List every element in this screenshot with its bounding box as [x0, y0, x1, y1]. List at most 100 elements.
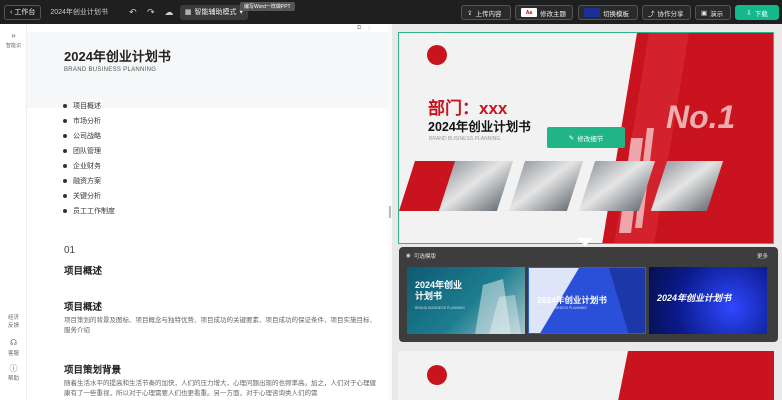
toc-label: 市场分析 — [73, 117, 101, 125]
help-label[interactable]: 帮助 — [3, 374, 24, 382]
toc-label: 项目概述 — [73, 102, 101, 110]
bullet-icon — [63, 208, 67, 213]
theme-thumbnail-icon: Aa — [521, 8, 537, 17]
upload-icon: ⇪ — [467, 9, 473, 17]
more-templates-link[interactable]: 更多 — [757, 252, 768, 260]
bullet-icon — [63, 133, 67, 138]
cloud-save-icon[interactable]: ☁ — [162, 5, 176, 19]
bullet-icon — [63, 178, 67, 183]
slide-badge: No.1 — [666, 99, 736, 135]
template-thumbnail-icon — [584, 8, 600, 17]
collapse-label[interactable]: 智能识 — [3, 42, 24, 49]
resize-handle-icon[interactable] — [389, 206, 391, 218]
switch-label: 切换模板 — [603, 10, 629, 18]
list-item[interactable]: 融资方案 — [63, 173, 115, 188]
toc-label: 员工工作制度 — [73, 207, 115, 215]
slide-subtitle: BRAND BUSINESS PLANNING — [429, 136, 501, 142]
edit-label: 修改细节 — [577, 135, 604, 143]
list-item[interactable]: 项目概述 — [63, 98, 115, 113]
bullet-icon — [63, 103, 67, 108]
upload-content-button[interactable]: ⇪ 上传内容 — [461, 5, 511, 20]
template-card-teal[interactable]: 2024年创业 计划书 BRAND BUSINESS PLANNING — [407, 267, 525, 334]
top-toolbar: ‹ 工作台 2024年创业计划书 ↶ ↷ ☁ ▦ 智能辅助模式 ▾ 编写Word… — [0, 0, 782, 24]
toc-label: 融资方案 — [73, 177, 101, 185]
document-editor[interactable]: ⧉ ⋮ 2024年创业计划书 BRAND BUSINESS PLANNING 项… — [27, 24, 388, 400]
download-icon: ⇩ — [746, 9, 752, 17]
template-subtitle: BRAND BUSINESS PLANNING — [415, 306, 465, 310]
bullet-icon — [63, 193, 67, 198]
list-item[interactable]: 市场分析 — [63, 113, 115, 128]
subsection-title[interactable]: 项目策划背景 — [64, 362, 121, 376]
download-button[interactable]: ⇩ 下载 — [735, 5, 779, 20]
document-heading[interactable]: 2024年创业计划书 — [64, 46, 171, 65]
list-item[interactable]: 员工工作制度 — [63, 203, 115, 218]
edit-theme-button[interactable]: Aa 修改主题 — [515, 5, 573, 20]
pin-icon: ◉ — [406, 253, 411, 259]
undo-icon[interactable]: ↶ — [126, 5, 140, 19]
switch-template-button[interactable]: 切换模板 — [578, 5, 638, 20]
subsection-body[interactable]: 项目策划的背景及图标、项目概念与独特优势、项目成功的关键要素、项目成功的保证条件… — [64, 316, 379, 336]
present-label: 演示 — [710, 10, 724, 18]
template-title: 2024年创业计划书 — [657, 293, 732, 303]
share-button[interactable]: ⤴ 协作分享 — [642, 5, 691, 20]
mode-tooltip: 编写Word一样做PPT — [240, 2, 295, 11]
section-title[interactable]: 项目概述 — [64, 263, 102, 277]
template-title: 2024年创业 计划书 — [415, 280, 463, 301]
slide-preview-pane: 部门：xxx 2024年创业计划书 BRAND BUSINESS PLANNIN… — [392, 24, 782, 400]
panel-title: 可选模版 — [413, 254, 436, 260]
headset-icon[interactable]: ☊ — [3, 338, 24, 347]
next-slide-preview[interactable] — [398, 351, 774, 400]
download-label: 下载 — [754, 10, 768, 18]
table-of-contents: 项目概述 市场分析 公司战略 团队管理 企业财务 融资方案 关键分析 员工工作制… — [63, 98, 115, 218]
edit-details-button[interactable]: ✎ 修改细节 — [547, 127, 625, 148]
list-item[interactable]: 企业财务 — [63, 158, 115, 173]
decor-circle-icon — [427, 45, 447, 65]
slide-background — [618, 351, 774, 400]
share-label: 协作分享 — [657, 10, 684, 18]
list-item[interactable]: 公司战略 — [63, 128, 115, 143]
back-label: 工作台 — [14, 9, 36, 16]
slide-title: 2024年创业计划书 — [428, 120, 531, 134]
more-icon[interactable]: ⋮ — [366, 25, 372, 32]
mode-label: 智能辅助模式 — [194, 9, 237, 16]
document-title[interactable]: 2024年创业计划书 — [50, 7, 108, 17]
template-picker-panel: ◉ 可选模版 更多 2024年创业 计划书 BRAND BUSINESS PLA… — [399, 247, 778, 342]
list-item[interactable]: 关键分析 — [63, 188, 115, 203]
toc-label: 关键分析 — [73, 192, 101, 200]
section-number[interactable]: 01 — [64, 245, 75, 256]
doc-mini-toolbar: ⧉ ⋮ — [357, 25, 372, 32]
template-card-navy[interactable]: 2024年创业计划书 — [649, 267, 767, 334]
bullet-icon — [63, 118, 67, 123]
help-icon[interactable]: ⓘ — [3, 363, 24, 374]
present-button[interactable]: ▣ 演示 — [695, 5, 731, 20]
back-to-workspace-button[interactable]: ‹ 工作台 — [4, 4, 42, 20]
panel-pointer — [577, 238, 593, 246]
redo-icon[interactable]: ↷ — [144, 5, 158, 19]
bullet-icon — [63, 148, 67, 153]
template-card-blue-selected[interactable]: 2024年创业计划书 BRAND BUSINESS PLANNING — [528, 267, 646, 334]
panel-header: ◉ 可选模版 — [406, 252, 436, 260]
mode-dropdown[interactable]: ▦ 智能辅助模式 ▾ — [179, 4, 249, 20]
slide-preview[interactable]: 部门：xxx 2024年创业计划书 BRAND BUSINESS PLANNIN… — [398, 32, 774, 244]
decor-circle-icon — [427, 365, 447, 385]
pencil-icon: ✎ — [568, 134, 575, 142]
subsection-body[interactable]: 随着生活水平的提高和生活节奏的加快，人们的压力增大，心理问题出现的也频率高。加之… — [64, 379, 379, 400]
chevron-left-icon: ‹ — [10, 8, 13, 16]
theme-label: 修改主题 — [540, 10, 566, 18]
document-subheading[interactable]: BRAND BUSINESS PLANNING — [64, 67, 156, 73]
expand-chevrons-icon[interactable]: » — [3, 31, 24, 40]
bullet-icon — [63, 163, 67, 168]
upload-label: 上传内容 — [475, 10, 502, 18]
toc-label: 团队管理 — [73, 147, 101, 155]
present-icon: ▣ — [701, 9, 708, 17]
copy-icon[interactable]: ⧉ — [357, 25, 361, 32]
template-subtitle: BRAND BUSINESS PLANNING — [537, 306, 587, 310]
list-item[interactable]: 团队管理 — [63, 143, 115, 158]
service-label[interactable]: 客服 — [3, 349, 24, 357]
feedback-button[interactable]: 经济 反馈 — [3, 314, 24, 330]
left-rail: » 智能识 经济 反馈 ☊ 客服 ⓘ 帮助 — [0, 24, 27, 400]
subsection-title[interactable]: 项目概述 — [64, 299, 102, 313]
share-icon: ⤴ — [648, 10, 655, 18]
template-title: 2024年创业计划书 — [537, 295, 607, 305]
toc-label: 企业财务 — [73, 162, 101, 170]
